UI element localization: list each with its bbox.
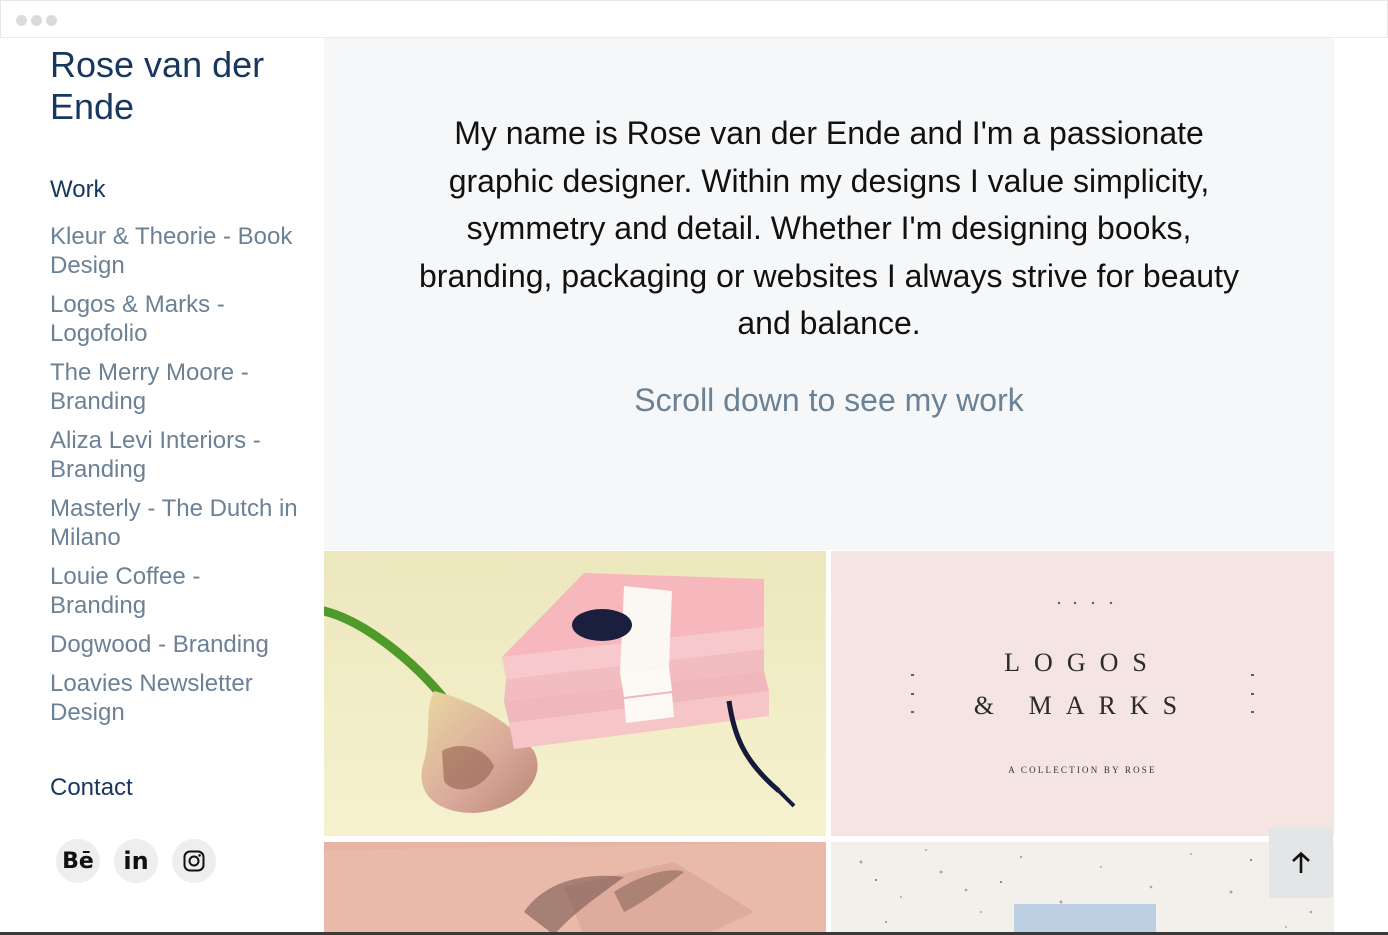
main-content: My name is Rose van der Ende and I'm a p… xyxy=(324,38,1334,935)
kleur-theorie-thumbnail[interactable] xyxy=(324,551,826,836)
kleur-theorie-image xyxy=(324,551,826,836)
project-list: Kleur & Theorie - Book Design Logos & Ma… xyxy=(50,222,300,737)
nav-contact[interactable]: Contact xyxy=(50,774,133,802)
logos-title-line1: LOGOS xyxy=(1004,648,1161,677)
logos-subtitle: A COLLECTION BY ROSE xyxy=(1008,765,1157,775)
logos-marks-thumbnail[interactable]: LOGOS & MARKS A COLLECTION BY ROSE xyxy=(831,551,1334,836)
linkedin-icon[interactable]: in xyxy=(114,839,158,883)
social-links: Bē in xyxy=(56,839,216,883)
window-dot-icon xyxy=(16,15,27,26)
instagram-glyph xyxy=(183,850,205,872)
logos-title-line2: & MARKS xyxy=(973,691,1192,720)
project-link-dogwood[interactable]: Dogwood - Branding xyxy=(50,630,300,659)
project-link-louie-coffee[interactable]: Louie Coffee - Branding xyxy=(50,562,300,620)
project-link-logos-marks[interactable]: Logos & Marks - Logofolio xyxy=(50,290,300,348)
hero-section: My name is Rose van der Ende and I'm a p… xyxy=(324,38,1334,550)
project-link-masterly[interactable]: Masterly - The Dutch in Milano xyxy=(50,494,300,552)
scroll-hint[interactable]: Scroll down to see my work xyxy=(324,382,1334,419)
arrow-up-icon xyxy=(1292,851,1310,873)
merry-moore-thumbnail[interactable] xyxy=(324,842,826,935)
nav-work[interactable]: Work xyxy=(50,176,106,204)
instagram-icon[interactable] xyxy=(172,839,216,883)
window-dot-icon xyxy=(31,15,42,26)
project-link-loavies[interactable]: Loavies Newsletter Design xyxy=(50,669,300,727)
aliza-levi-image xyxy=(831,842,1334,935)
window-dot-icon xyxy=(46,15,57,26)
site-title[interactable]: Rose van der Ende xyxy=(50,44,310,128)
project-link-aliza-levi[interactable]: Aliza Levi Interiors - Branding xyxy=(50,426,300,484)
project-link-kleur-theorie[interactable]: Kleur & Theorie - Book Design xyxy=(50,222,300,280)
intro-text: My name is Rose van der Ende and I'm a p… xyxy=(419,115,1239,341)
sidebar: Rose van der Ende Work Kleur & Theorie -… xyxy=(0,38,324,935)
aliza-levi-thumbnail[interactable] xyxy=(831,842,1334,935)
merry-moore-image xyxy=(324,842,826,935)
project-link-merry-moore[interactable]: The Merry Moore - Branding xyxy=(50,358,300,416)
browser-bar xyxy=(0,0,1388,38)
back-to-top-button[interactable] xyxy=(1269,828,1333,898)
behance-icon[interactable]: Bē xyxy=(56,839,100,883)
